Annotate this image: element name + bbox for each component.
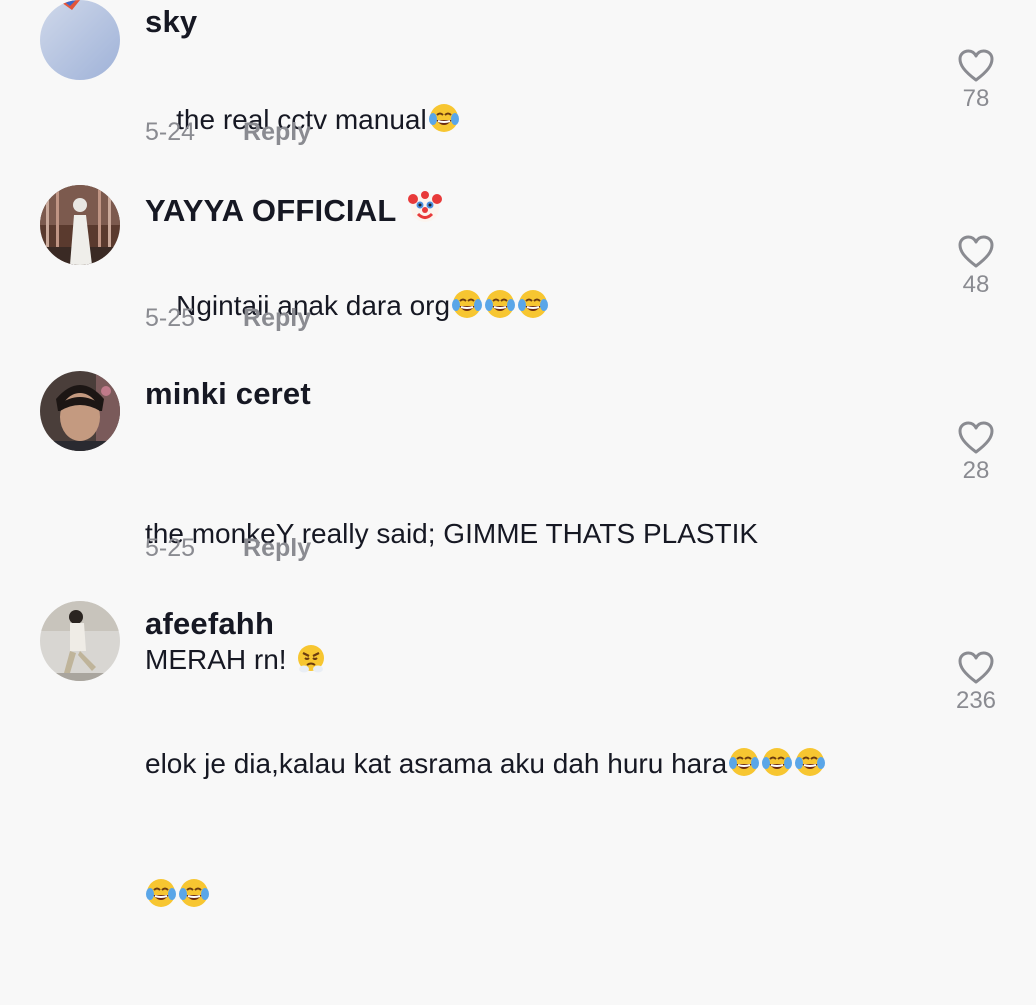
username[interactable]: YAYYA OFFICIAL xyxy=(145,190,443,232)
comment-meta: 5-25 Reply xyxy=(145,304,311,333)
avatar[interactable] xyxy=(40,371,120,451)
face-with-tears-of-joy-icon xyxy=(178,877,210,921)
face-with-tears-of-joy-icon xyxy=(761,746,793,790)
face-with-tears-of-joy-icon xyxy=(428,102,460,146)
face-with-tears-of-joy-icon xyxy=(728,746,760,790)
like-control[interactable]: 236 xyxy=(950,651,1002,715)
comment-text-line xyxy=(145,874,915,921)
face-with-tears-of-joy-icon xyxy=(794,746,826,790)
username-text[interactable]: afeefahh xyxy=(145,606,274,642)
like-count: 48 xyxy=(962,271,990,298)
reply-button[interactable]: Reply xyxy=(243,118,311,147)
heart-icon[interactable] xyxy=(958,235,994,269)
heart-icon[interactable] xyxy=(958,49,994,83)
like-control[interactable]: 78 xyxy=(950,49,1002,113)
avatar[interactable] xyxy=(40,185,120,265)
comment-meta: 5-25 Reply xyxy=(145,534,311,563)
reply-button[interactable]: Reply xyxy=(243,534,311,563)
like-count: 78 xyxy=(962,85,990,112)
comment-text: elok je dia,kalau kat asrama aku dah hur… xyxy=(145,659,915,1005)
reply-button[interactable]: Reply xyxy=(243,304,311,333)
like-count: 236 xyxy=(955,687,997,714)
avatar[interactable] xyxy=(40,0,120,80)
like-control[interactable]: 28 xyxy=(950,421,1002,485)
clown-face-icon xyxy=(408,190,443,232)
heart-icon[interactable] xyxy=(958,651,994,685)
comment-date: 5-25 xyxy=(145,534,196,562)
comment-meta: 5-24 Reply xyxy=(145,118,311,147)
face-with-tears-of-joy-icon xyxy=(451,288,483,332)
username[interactable]: minki ceret xyxy=(145,376,311,412)
heart-icon[interactable] xyxy=(958,421,994,455)
username[interactable]: afeefahh xyxy=(145,606,274,642)
comment-text-content: elok je dia,kalau kat asrama aku dah hur… xyxy=(145,748,728,779)
comment-date: 5-25 xyxy=(145,304,196,332)
username[interactable]: sky xyxy=(145,4,197,40)
avatar[interactable] xyxy=(40,601,120,681)
face-with-tears-of-joy-icon xyxy=(484,288,516,332)
face-with-tears-of-joy-icon xyxy=(145,877,177,921)
comment-text-line: elok je dia,kalau kat asrama aku dah hur… xyxy=(145,743,915,790)
like-count: 28 xyxy=(962,457,990,484)
comment-date: 5-24 xyxy=(145,118,196,146)
username-text[interactable]: YAYYA OFFICIAL xyxy=(145,193,396,229)
username-text[interactable]: minki ceret xyxy=(145,376,311,412)
username-text[interactable]: sky xyxy=(145,4,197,40)
like-control[interactable]: 48 xyxy=(950,235,1002,299)
face-with-tears-of-joy-icon xyxy=(517,288,549,332)
